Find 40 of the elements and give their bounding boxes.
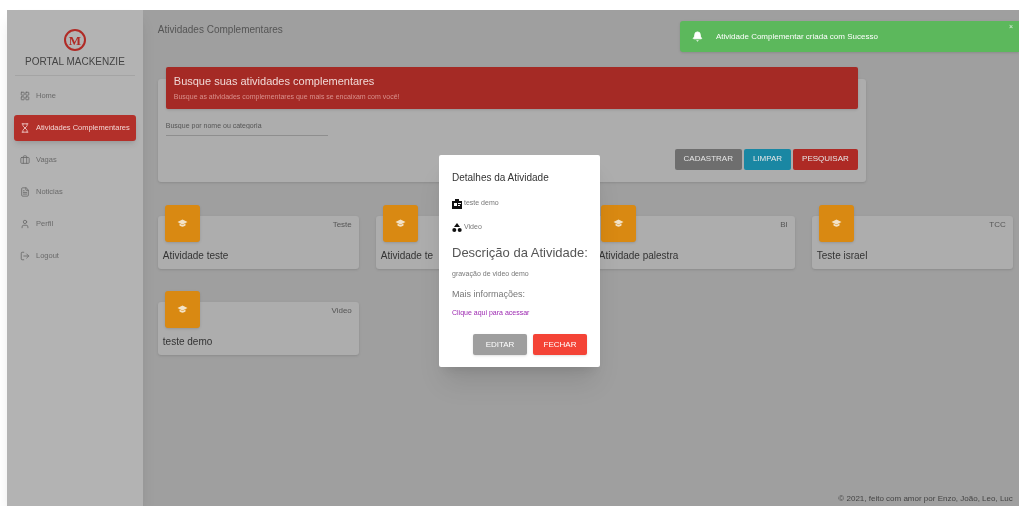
- toast-message: Atividade Complementar criada com Sucesso: [716, 30, 878, 43]
- card-title: teste demo: [162, 335, 213, 349]
- logout-icon: [20, 251, 30, 261]
- briefcase-icon: [20, 155, 30, 165]
- dialog-title: Detalhes da Atividade: [452, 171, 550, 185]
- more-info-heading: Mais informações:: [452, 288, 527, 301]
- description-heading: Descrição da Atividade:: [452, 244, 587, 262]
- search-action-button[interactable]: LIMPAR: [743, 148, 792, 170]
- dialog-button[interactable]: FECHAR: [533, 334, 587, 355]
- activity-card[interactable]: Video teste demo: [157, 302, 359, 355]
- shapes-icon: [452, 223, 462, 232]
- hourglass-icon: [20, 123, 30, 133]
- logo-letter: M: [68, 33, 82, 47]
- graduation-cap-icon: [612, 219, 624, 228]
- graduation-cap-icon: [176, 305, 188, 314]
- grid-icon: [20, 91, 30, 101]
- card-category: Teste: [332, 219, 352, 231]
- card-title: Atividade palestra: [598, 249, 679, 263]
- page-title: Atividades Complementares: [157, 23, 283, 37]
- graduation-cap-icon: [830, 219, 842, 228]
- card-category: Video: [331, 305, 352, 317]
- dialog-button[interactable]: EDITAR: [473, 334, 527, 355]
- document-icon: [20, 187, 30, 197]
- graduation-cap-icon: [176, 219, 188, 228]
- activity-card[interactable]: TCC Teste israel: [811, 216, 1013, 269]
- activity-card[interactable]: Teste Atividade teste: [157, 216, 359, 269]
- card-title: Teste israel: [816, 249, 868, 263]
- card-title: Atividade te: [380, 249, 434, 263]
- search-title: Busque suas atividades complementares: [173, 74, 376, 89]
- footer-text: © 2021, feito com amor por Enzo, João, Leo, Luc: [838, 493, 1013, 505]
- person-icon: [20, 219, 30, 229]
- card-category: BI: [780, 219, 788, 231]
- bell-icon: [692, 31, 703, 42]
- graduation-cap-icon: [394, 219, 406, 228]
- id-badge-icon: [452, 198, 462, 209]
- card-title: Atividade teste: [162, 249, 229, 263]
- card-category: TCC: [989, 219, 1006, 231]
- portal-title: PORTAL MACKENZIE: [24, 55, 125, 69]
- search-action-button[interactable]: PESQUISAR: [793, 148, 858, 170]
- search-action-button[interactable]: CADASTRAR: [674, 148, 742, 170]
